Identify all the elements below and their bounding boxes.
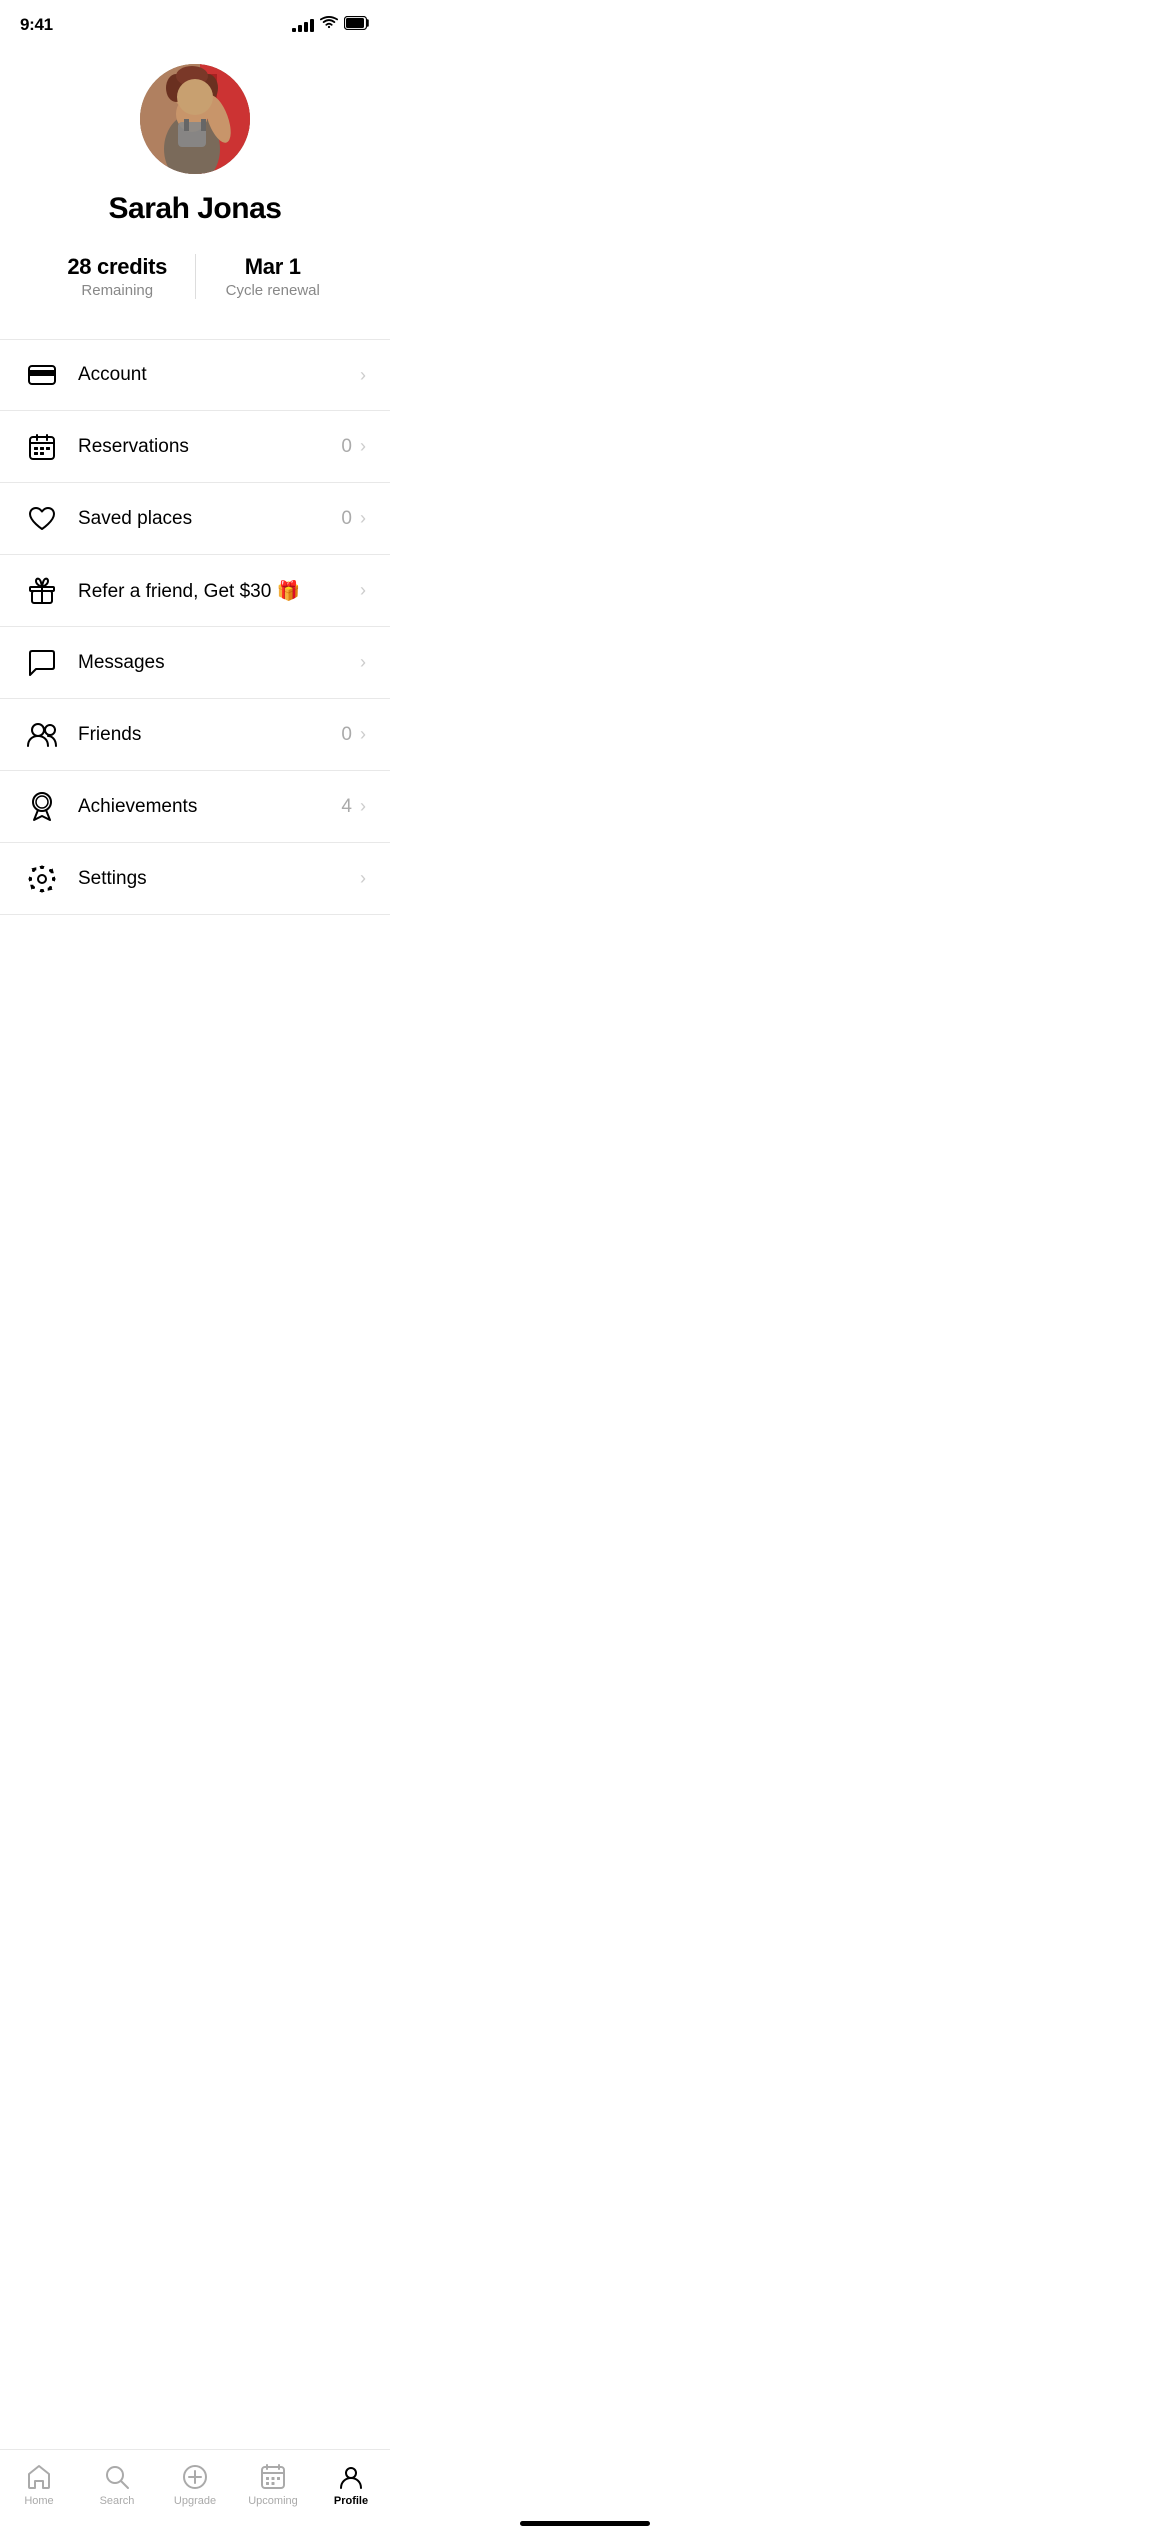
credits-value: 28 credits <box>67 254 167 280</box>
calendar-icon <box>24 429 60 465</box>
renewal-label: Cycle renewal <box>226 282 320 299</box>
friends-label: Friends <box>78 724 335 746</box>
account-chevron: › <box>360 365 366 386</box>
tab-upcoming[interactable]: Upcoming <box>234 2450 312 2512</box>
settings-text-row: Settings <box>78 868 352 890</box>
tab-upcoming-label: Upcoming <box>248 2495 298 2507</box>
saved-places-count: 0 <box>341 508 352 530</box>
friends-icon <box>24 717 60 753</box>
saved-places-label: Saved places <box>78 508 335 530</box>
reservations-text-row: Reservations 0 <box>78 436 352 458</box>
home-indicator <box>520 2521 650 2526</box>
user-name: Sarah Jonas <box>109 192 282 226</box>
menu-item-reservations[interactable]: Reservations 0 › <box>0 411 390 483</box>
refer-chevron: › <box>360 580 366 601</box>
achievements-count: 4 <box>341 796 352 818</box>
credit-card-icon <box>24 357 60 393</box>
friends-chevron: › <box>360 724 366 745</box>
achievements-chevron: › <box>360 796 366 817</box>
credits-label: Remaining <box>81 282 153 299</box>
settings-label: Settings <box>78 868 352 890</box>
menu-item-saved-places[interactable]: Saved places 0 › <box>0 483 390 555</box>
heart-icon <box>24 501 60 537</box>
upgrade-tab-icon <box>181 2463 209 2491</box>
menu-item-friends[interactable]: Friends 0 › <box>0 699 390 771</box>
battery-icon <box>344 16 370 35</box>
tab-upgrade[interactable]: Upgrade <box>156 2450 234 2512</box>
menu-item-settings[interactable]: Settings › <box>0 843 390 915</box>
achievements-label: Achievements <box>78 796 335 818</box>
saved-places-text-row: Saved places 0 <box>78 508 352 530</box>
menu-item-refer[interactable]: Refer a friend, Get $30 🎁 › <box>0 555 390 627</box>
search-tab-icon <box>103 2463 131 2491</box>
renewal-date: Mar 1 <box>245 254 301 280</box>
settings-chevron: › <box>360 868 366 889</box>
profile-header: Sarah Jonas 28 credits Remaining Mar 1 C… <box>0 44 390 339</box>
profile-tab-icon <box>337 2463 365 2491</box>
gift-icon <box>24 573 60 609</box>
menu-list: Account › Reservations <box>0 339 390 915</box>
status-icons <box>292 16 370 35</box>
reservations-count: 0 <box>341 436 352 458</box>
menu-item-achievements[interactable]: Achievements 4 › <box>0 771 390 843</box>
status-time: 9:41 <box>20 15 53 35</box>
renewal-stat: Mar 1 Cycle renewal <box>196 254 351 299</box>
credits-stat: 28 credits Remaining <box>40 254 195 299</box>
reservations-label: Reservations <box>78 436 335 458</box>
achievements-text-row: Achievements 4 <box>78 796 352 818</box>
home-tab-icon <box>25 2463 53 2491</box>
message-icon <box>24 645 60 681</box>
menu-item-account[interactable]: Account › <box>0 339 390 411</box>
messages-chevron: › <box>360 652 366 673</box>
friends-text-row: Friends 0 <box>78 724 352 746</box>
upcoming-tab-icon <box>259 2463 287 2491</box>
achievement-icon <box>24 789 60 825</box>
account-label: Account <box>78 364 352 386</box>
friends-count: 0 <box>341 724 352 746</box>
settings-icon <box>24 861 60 897</box>
tab-bar: Home Search Upgrade <box>0 2449 390 2532</box>
tab-home-label: Home <box>24 2495 53 2507</box>
tab-home[interactable]: Home <box>0 2450 78 2512</box>
account-text-row: Account <box>78 364 352 386</box>
tab-search-label: Search <box>100 2495 135 2507</box>
status-bar: 9:41 <box>0 0 390 44</box>
avatar[interactable] <box>140 64 250 174</box>
tab-profile[interactable]: Profile <box>312 2450 390 2512</box>
messages-text-row: Messages <box>78 652 352 674</box>
signal-icon <box>292 19 314 32</box>
saved-places-chevron: › <box>360 508 366 529</box>
reservations-chevron: › <box>360 436 366 457</box>
stats-row: 28 credits Remaining Mar 1 Cycle renewal <box>0 254 390 299</box>
tab-upgrade-label: Upgrade <box>174 2495 216 2507</box>
tab-search[interactable]: Search <box>78 2450 156 2512</box>
refer-label: Refer a friend, Get $30 🎁 <box>78 579 352 603</box>
messages-label: Messages <box>78 652 352 674</box>
tab-profile-label: Profile <box>334 2495 368 2507</box>
refer-text-row: Refer a friend, Get $30 🎁 <box>78 579 352 603</box>
menu-item-messages[interactable]: Messages › <box>0 627 390 699</box>
wifi-icon <box>320 16 338 35</box>
